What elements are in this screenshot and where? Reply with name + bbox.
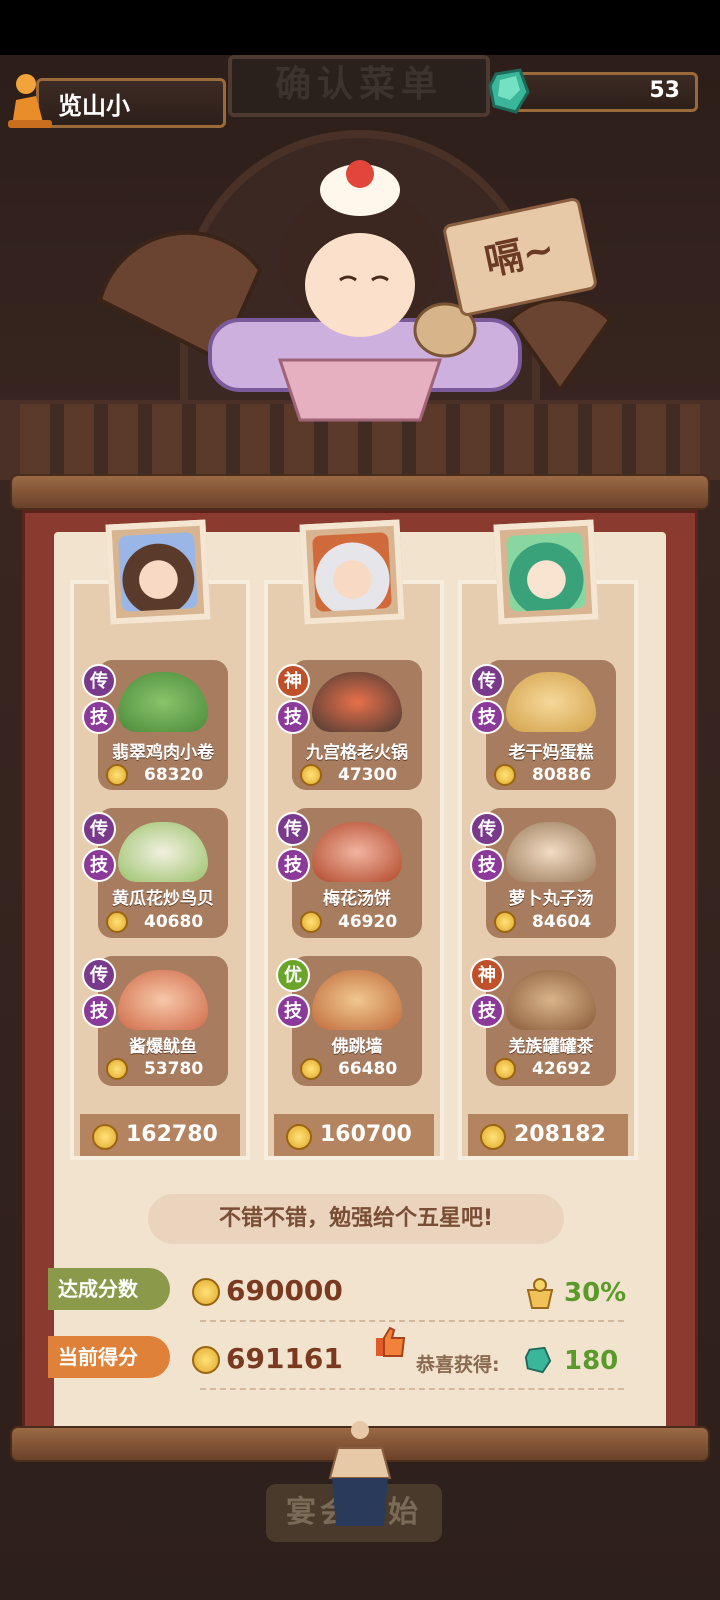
reward-label: 恭喜获得: [416, 1354, 500, 1376]
coin-icon [92, 1124, 118, 1150]
dish-name: 佛跳墙 [331, 1037, 383, 1057]
dish-name: 梅花汤饼 [323, 889, 391, 909]
skill-badge: 技 [82, 848, 116, 882]
rank-badge: 传 [276, 812, 310, 846]
dish-score: 68320 [144, 765, 204, 785]
coin-icon [494, 911, 516, 933]
skill-badge: 技 [82, 994, 116, 1028]
dish-name: 九宫格老火锅 [306, 743, 408, 763]
target-score-label: 达成分数 [48, 1268, 170, 1310]
dish-score: 47300 [338, 765, 398, 785]
player-chess-icon [8, 74, 52, 128]
rank-badge: 优 [276, 958, 310, 992]
jade-gem-icon [488, 68, 530, 114]
skill-badge: 技 [276, 848, 310, 882]
rank-badge: 传 [470, 664, 504, 698]
coin-icon [106, 911, 128, 933]
rank-badge: 传 [82, 664, 116, 698]
rank-badge: 传 [82, 958, 116, 992]
coin-icon [286, 1124, 312, 1150]
dish-score: 46920 [338, 912, 398, 932]
dish-score: 42692 [532, 1059, 592, 1079]
reward-value: 180 [564, 1346, 619, 1376]
column-total: 208182 [514, 1122, 606, 1147]
rank-badge: 神 [276, 664, 310, 698]
coin-icon [300, 764, 322, 786]
gem-count: 53 [649, 78, 680, 103]
skill-badge: 技 [276, 700, 310, 734]
current-score-value: 691161 [226, 1342, 343, 1375]
rank-badge: 传 [470, 812, 504, 846]
chef-portrait-3[interactable] [493, 519, 599, 625]
coin-icon [480, 1124, 506, 1150]
dish-name: 酱爆鱿鱼 [129, 1037, 197, 1057]
bonus-percent: 30% [564, 1278, 627, 1308]
skill-badge: 技 [470, 700, 504, 734]
coin-icon [106, 764, 128, 786]
chef-portrait-2[interactable] [299, 519, 405, 625]
skill-badge: 技 [276, 994, 310, 1028]
divider [200, 1388, 624, 1390]
dish-score: 80886 [532, 765, 592, 785]
dish-name: 黄瓜花炒鸟贝 [112, 889, 214, 909]
coin-icon [494, 1058, 516, 1080]
game-scene: 确认菜单 览山小 53 嗝~ 传 技 翡翠鸡肉小卷 68320 传 技 黄瓜花炒… [0, 0, 720, 1600]
column-total: 160700 [320, 1122, 412, 1147]
judge-comment: 不错不错，勉强给个五星吧! [148, 1194, 564, 1244]
thumbs-up-icon [376, 1326, 406, 1357]
status-bar [0, 0, 720, 55]
column-total: 162780 [126, 1122, 218, 1147]
rank-badge: 神 [470, 958, 504, 992]
dish-name: 羌族罐罐茶 [508, 1037, 594, 1057]
coin-icon [494, 764, 516, 786]
chef-avatar-1 [118, 532, 198, 612]
jade-gem-icon [524, 1346, 552, 1374]
chef-portrait-1[interactable] [105, 519, 211, 625]
tassel-ornament [328, 1421, 392, 1526]
coin-icon [192, 1346, 220, 1374]
coin-icon [300, 911, 322, 933]
player-name: 览山小 [58, 92, 130, 120]
dish-name: 老干妈蛋糕 [508, 743, 594, 763]
scroll-rod-top [10, 474, 710, 510]
rank-badge: 传 [82, 812, 116, 846]
divider [200, 1320, 624, 1322]
coin-bag-icon [526, 1278, 554, 1309]
dish-score: 66480 [338, 1059, 398, 1079]
chef-avatar-3 [506, 532, 586, 612]
dish-score: 84604 [532, 912, 592, 932]
coin-icon [300, 1058, 322, 1080]
current-score-label: 当前得分 [48, 1336, 170, 1378]
dish-score: 40680 [144, 912, 204, 932]
chef-avatar-2 [312, 532, 392, 612]
dish-score: 53780 [144, 1059, 204, 1079]
skill-badge: 技 [470, 994, 504, 1028]
target-score-value: 690000 [226, 1274, 343, 1307]
skill-badge: 技 [470, 848, 504, 882]
skill-badge: 技 [82, 700, 116, 734]
dish-name: 萝卜丸子汤 [508, 889, 594, 909]
page-title: 确认菜单 [228, 55, 490, 117]
coin-icon [106, 1058, 128, 1080]
coin-icon [192, 1278, 220, 1306]
dish-name: 翡翠鸡肉小卷 [112, 743, 214, 763]
